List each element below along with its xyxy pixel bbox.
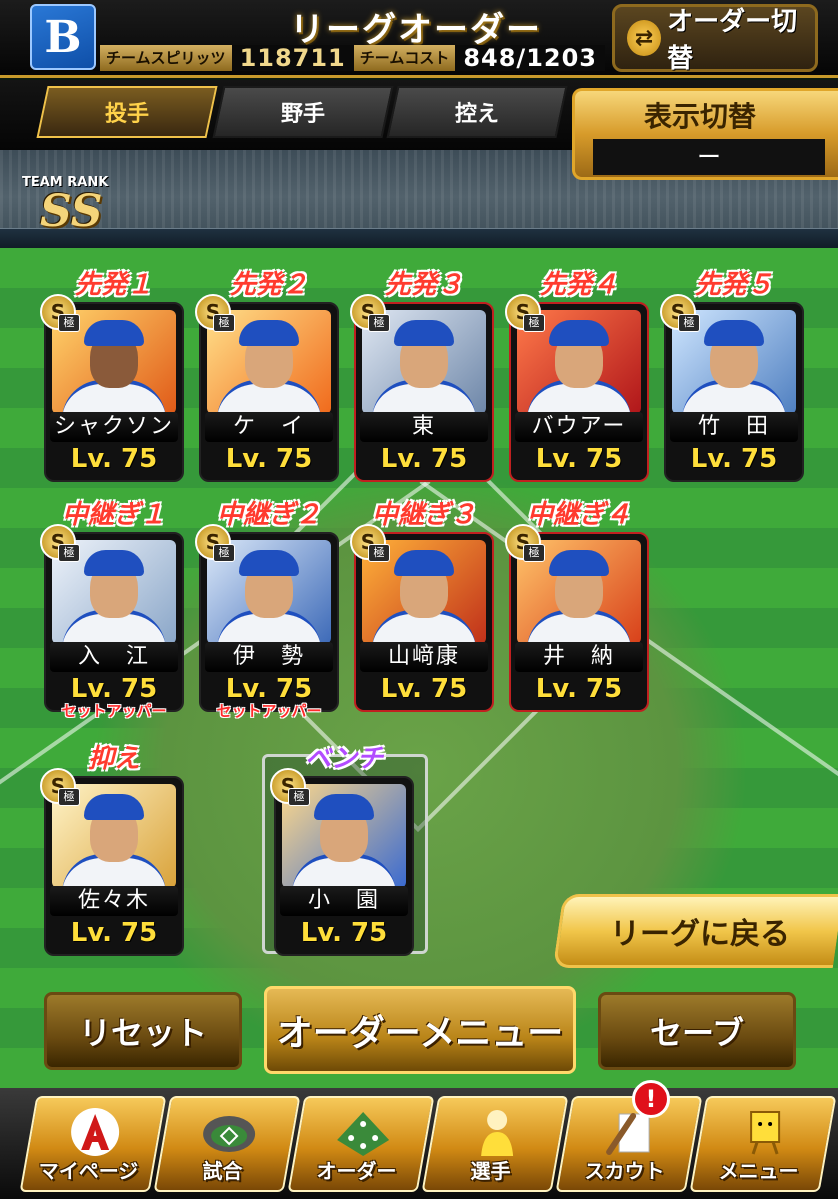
kiwami-icon: 極 [58, 788, 80, 806]
kiwami-icon: 極 [523, 544, 545, 562]
player-name: 井 納 [515, 642, 643, 672]
team-spirits-label: チームスピリッツ [100, 45, 232, 71]
team-rank-value: SS [40, 186, 103, 237]
stadium-icon [201, 1106, 257, 1158]
player-level: Lv. 75 [225, 444, 313, 474]
field-order-icon [335, 1106, 391, 1158]
swap-icon: ⇄ [627, 20, 662, 56]
player-level: Lv. 75 [380, 674, 468, 704]
player-name: バウアー [515, 412, 643, 442]
player-level: Lv. 75 [535, 444, 623, 474]
nav-mypage[interactable]: マイページ [19, 1096, 167, 1192]
player-name: 入 江 [50, 642, 178, 672]
player-name: シャクソン [50, 412, 178, 442]
team-cost-label: チームコスト [353, 45, 456, 71]
display-switch-label: 表示切替 [643, 100, 756, 133]
player-level: Lv. 75 [380, 444, 468, 474]
kiwami-icon: 極 [368, 544, 390, 562]
team-rank: TEAM RANK SS [22, 175, 142, 234]
reset-button[interactable]: リセット [44, 992, 242, 1070]
nav-players[interactable]: 選手 [421, 1096, 569, 1192]
player-name: ケ イ [205, 412, 333, 442]
player-level: Lv. 75 [70, 918, 158, 948]
player-icon [469, 1106, 525, 1158]
player-name: 山﨑康 [360, 642, 488, 672]
player-level: Lv. 75 [300, 918, 388, 948]
player-level: Lv. 75 [535, 674, 623, 704]
menu-character-icon [737, 1106, 793, 1158]
save-button[interactable]: セーブ [598, 992, 796, 1070]
scout-alert-badge: ! [632, 1080, 670, 1118]
kiwami-icon: 極 [213, 314, 235, 332]
footer-nav: マイページ 試合 オーダー 選手 スカウト メニュー [0, 1088, 838, 1199]
kiwami-icon: 極 [213, 544, 235, 562]
team-spirits-value: 118711 [231, 45, 354, 71]
display-switch-button[interactable]: 表示切替 ー [572, 88, 838, 180]
kiwami-icon: 極 [678, 314, 700, 332]
back-to-league-button[interactable]: リーグに戻る [552, 894, 838, 968]
nav-order[interactable]: オーダー [287, 1096, 435, 1192]
display-switch-value: ー [593, 139, 825, 175]
order-switch-label: オーダー切替 [667, 7, 798, 74]
role-note: セットアッパー [61, 702, 167, 720]
player-name: 東 [360, 412, 488, 442]
player-name: 佐々木 [50, 886, 178, 916]
kiwami-icon: 極 [288, 788, 310, 806]
tab-reserves[interactable]: 控え [386, 86, 568, 138]
player-level: Lv. 75 [690, 444, 778, 474]
team-cost-value: 848/1203 [455, 45, 605, 71]
kiwami-icon: 極 [58, 314, 80, 332]
league-order-screen: B リーグオーダー チームスピリッツ 118711 チームコスト 848/120… [0, 0, 838, 1199]
player-name: 小 園 [280, 886, 408, 916]
player-name: 伊 勢 [205, 642, 333, 672]
mypage-a-icon [67, 1106, 123, 1158]
role-note: セットアッパー [216, 702, 322, 720]
kiwami-icon: 極 [58, 544, 80, 562]
tab-fielders[interactable]: 野手 [212, 86, 394, 138]
kiwami-icon: 極 [523, 314, 545, 332]
tab-pitchers[interactable]: 投手 [36, 86, 218, 138]
kiwami-icon: 極 [368, 314, 390, 332]
player-level: Lv. 75 [70, 444, 158, 474]
team-stats: チームスピリッツ 118711 チームコスト 848/1203 [100, 44, 605, 72]
order-menu-button[interactable]: オーダーメニュー [264, 986, 576, 1074]
nav-scout[interactable]: スカウト [555, 1096, 703, 1192]
nav-menu[interactable]: メニュー [689, 1096, 837, 1192]
nav-match[interactable]: 試合 [153, 1096, 301, 1192]
order-switch-button[interactable]: ⇄ オーダー切替 [612, 4, 818, 74]
player-name: 竹 田 [670, 412, 798, 442]
header: B リーグオーダー チームスピリッツ 118711 チームコスト 848/120… [0, 0, 838, 78]
team-logo: B [30, 4, 96, 70]
